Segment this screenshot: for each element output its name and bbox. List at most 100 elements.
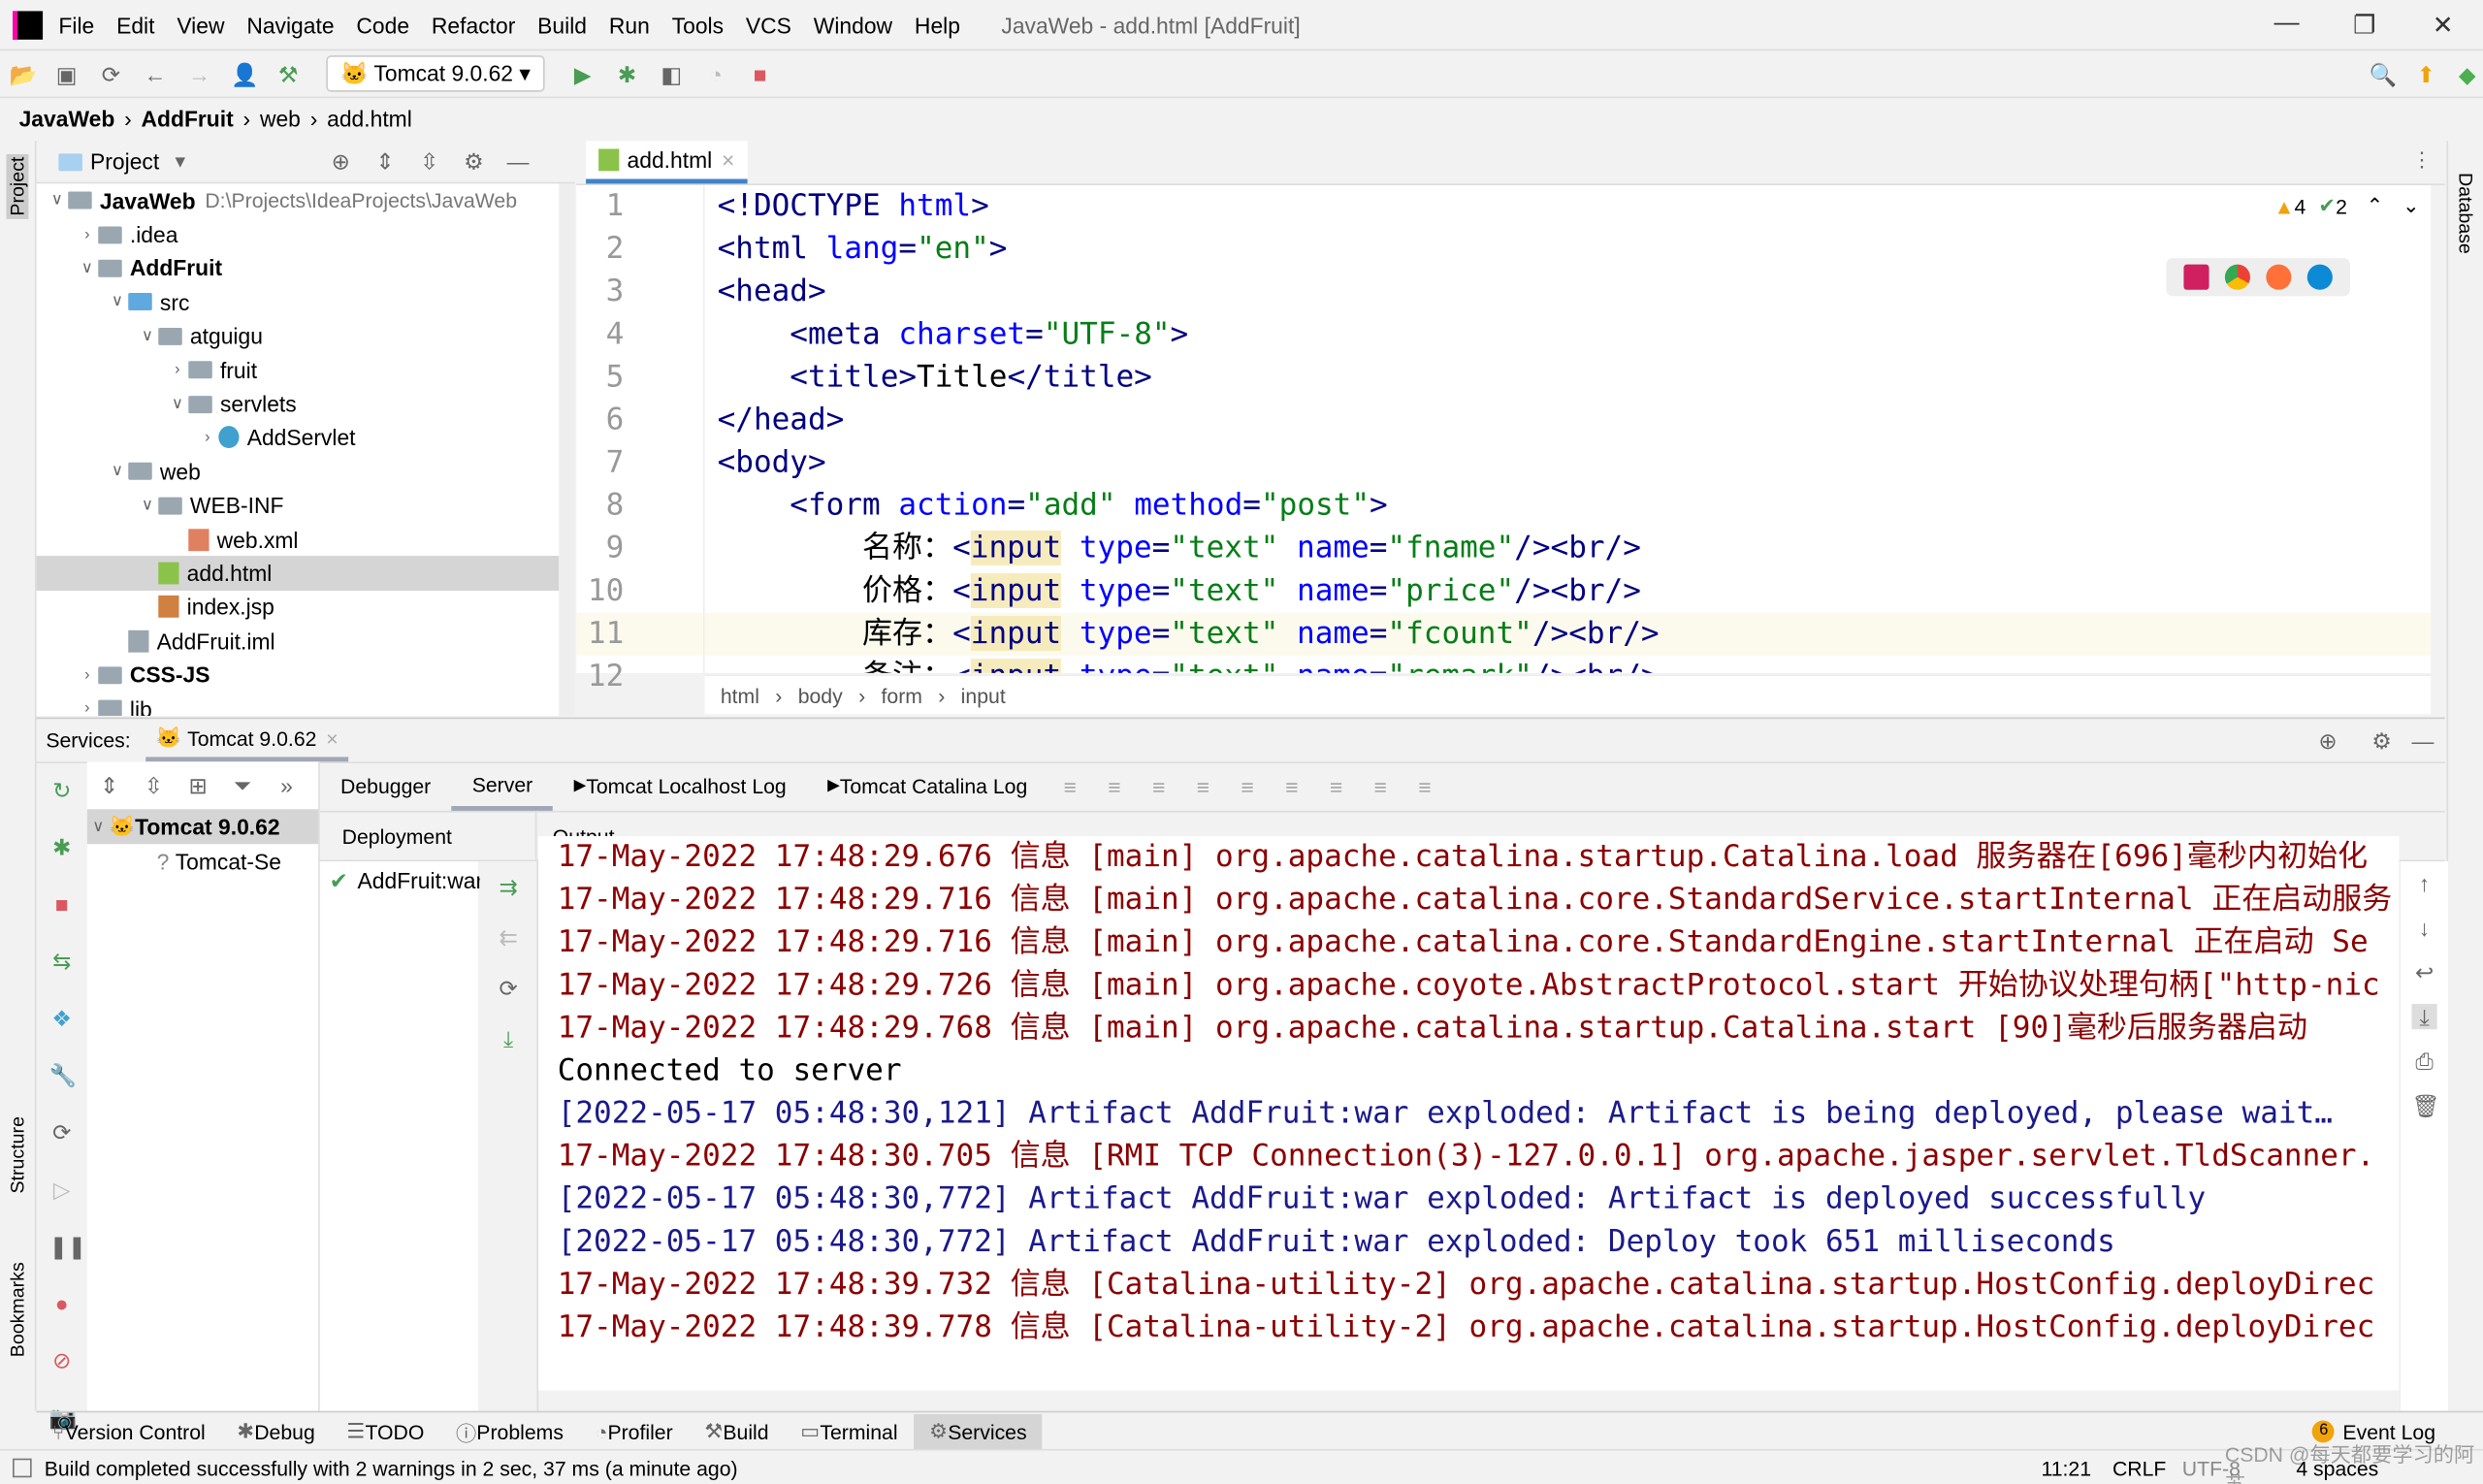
breakpoints-icon[interactable]: ● [49,1291,75,1316]
menu-window[interactable]: Window [814,12,892,37]
tree-item[interactable]: › .idea [37,217,560,251]
console-output[interactable]: 17-May-2022 17:48:29.676 信息 [main] org.a… [538,836,2400,1391]
save-icon[interactable]: ▣ [54,61,80,86]
more-icon[interactable]: ⋮ [2412,147,2433,173]
rerun-icon[interactable]: ↻ [49,778,75,803]
collapse-all-icon[interactable]: ⇳ [417,148,442,174]
chevron-up-icon[interactable]: ⌃ [2367,193,2384,218]
filter-icon[interactable]: ⏷ [230,773,255,798]
tab-debugger[interactable]: Debugger [320,762,452,810]
chrome-icon[interactable] [2224,264,2250,290]
expand-all-icon[interactable]: ⇕ [372,148,398,174]
crumb-add-html[interactable]: add.html [327,106,412,131]
download-icon[interactable]: ≡ [1146,774,1172,799]
settings-icon[interactable]: ≡ [1412,774,1437,799]
menu-tools[interactable]: Tools [672,12,724,37]
crumb-addfruit[interactable]: AddFruit [142,106,234,131]
minimize-button[interactable]: — [2273,10,2299,38]
collapse-all-icon[interactable]: ⇳ [141,773,166,798]
chevron-down-icon[interactable]: ∨ [76,260,98,277]
group-icon[interactable]: ⊞ [185,773,210,798]
tree-item[interactable]: AddFruit.iml [37,624,560,658]
service-item-tomcat[interactable]: ∨ 🐱 Tomcat 9.0.62 [86,809,319,845]
stop-icon[interactable]: ■ [748,61,773,86]
project-tool-button[interactable]: Project [6,153,29,219]
menu-file[interactable]: File [58,12,94,37]
expand-all-icon[interactable]: ⇕ [97,773,122,798]
restore-button[interactable]: ❐ [2353,10,2375,42]
tool-tab-problems[interactable]: ⓘ Problems [440,1413,580,1450]
chevron-down-icon[interactable]: ∨ [46,192,68,210]
tool-tab-debug[interactable]: ✱ Debug [221,1413,331,1450]
run-icon[interactable]: ▶ [570,61,596,86]
tool-tab-profiler[interactable]: ◔ Profiler [579,1413,689,1450]
crumb-html[interactable]: html [721,683,759,706]
line-separator[interactable]: CRLF [2112,1456,2166,1479]
crumb-javaweb[interactable]: JavaWeb [19,106,115,131]
debug-icon[interactable]: ✱ [49,834,75,859]
chevron-right-icon[interactable]: › [76,700,98,716]
wrench-icon[interactable]: 🔧 [49,1063,77,1088]
close-tab-icon[interactable]: × [326,726,338,750]
status-toggle-icon[interactable] [13,1458,32,1478]
tool-tab-build[interactable]: ⚒ Build [689,1413,785,1450]
chevron-down-icon[interactable]: ∨ [87,818,110,835]
chevron-down-icon[interactable]: ⌄ [2402,193,2420,218]
refresh-icon[interactable]: ⟳ [49,1119,75,1145]
import-icon[interactable]: ≡ [1190,774,1215,799]
tree-item[interactable]: ∨ AddFruit [37,251,560,285]
clear-icon[interactable]: ≡ [1324,774,1349,799]
chevron-right-icon[interactable]: › [166,361,188,378]
undeploy-icon[interactable]: ⇇ [496,924,521,950]
structure-tool-button[interactable]: Structure [7,1116,29,1193]
chevron-right-icon[interactable]: › [76,226,98,243]
chevron-right-icon[interactable]: › [196,429,218,446]
tree-item[interactable]: ∨ JavaWeb D:\Projects\IdeaProjects\JavaWeb [37,183,560,217]
chevron-down-icon[interactable]: ∨ [136,328,158,345]
user-icon[interactable]: 👤 [231,61,258,86]
profile-icon[interactable]: ◔ [703,61,728,86]
tab-tomcat[interactable]: 🐱 Tomcat 9.0.62 × [145,719,348,762]
table-icon[interactable]: ≡ [1368,774,1393,799]
hide-icon[interactable]: — [505,148,531,174]
locate-icon[interactable]: ⊕ [328,148,353,174]
tree-item[interactable]: ∨ atguigu [37,319,560,353]
gear-icon[interactable]: ⚙ [461,148,486,174]
locate-icon[interactable]: ⊕ [2315,727,2340,753]
crumb-form[interactable]: form [881,683,921,706]
menu-help[interactable]: Help [915,12,960,37]
deploy-icon[interactable]: ⇉ [496,874,521,899]
tree-item[interactable]: › AddServlet [37,421,560,455]
soft-wrap-icon[interactable]: ↩ [2412,959,2437,984]
close-tab-icon[interactable]: × [722,147,734,173]
tree-item[interactable]: ∨ servlets [37,387,560,421]
tree-item[interactable]: web.xml [37,523,560,557]
toolbox-icon[interactable]: ◆ [2455,61,2480,86]
tree-item[interactable]: index.jsp [37,590,560,624]
project-view-select[interactable]: Project [90,148,159,174]
stop-icon[interactable]: ■ [49,891,75,917]
scroll-to-end-icon[interactable]: ⤓ [2411,1004,2437,1030]
tool-tab-version-control[interactable]: ⑂ Version Control [37,1413,222,1450]
tool-tab-todo[interactable]: ☰ TODO [331,1413,440,1450]
crumb-body[interactable]: body [798,683,843,706]
menu-vcs[interactable]: VCS [746,12,791,37]
run-config-select[interactable]: 🐱 Tomcat 9.0.62 ▾ [326,55,545,92]
edge-icon[interactable] [2306,264,2333,290]
sync-icon[interactable]: ⟳ [98,61,123,86]
list-icon[interactable]: ≡ [1057,774,1082,799]
menu-view[interactable]: View [177,12,224,37]
mute-breakpoints-icon[interactable]: ⊘ [49,1347,75,1372]
deploy-icon[interactable]: ⇆ [49,949,75,974]
chevron-down-icon[interactable]: ∨ [106,463,128,480]
status-message[interactable]: Build completed successfully with 2 warn… [45,1456,738,1479]
tab-tomcat-catalina-log[interactable]: ▶ Tomcat Catalina Log [807,762,1048,810]
restore-icon[interactable]: ≡ [1279,774,1305,799]
menu-build[interactable]: Build [537,12,587,37]
coverage-icon[interactable]: ◧ [659,61,684,86]
service-item-tomcat-server[interactable]: ? Tomcat-Se [87,844,318,879]
arrow-up-icon[interactable]: ↑ [2412,871,2437,896]
print-icon[interactable]: ⎙ [2412,1048,2437,1074]
trash-icon[interactable]: 🗑 [2412,1093,2440,1118]
forward-icon[interactable]: → [187,61,212,86]
